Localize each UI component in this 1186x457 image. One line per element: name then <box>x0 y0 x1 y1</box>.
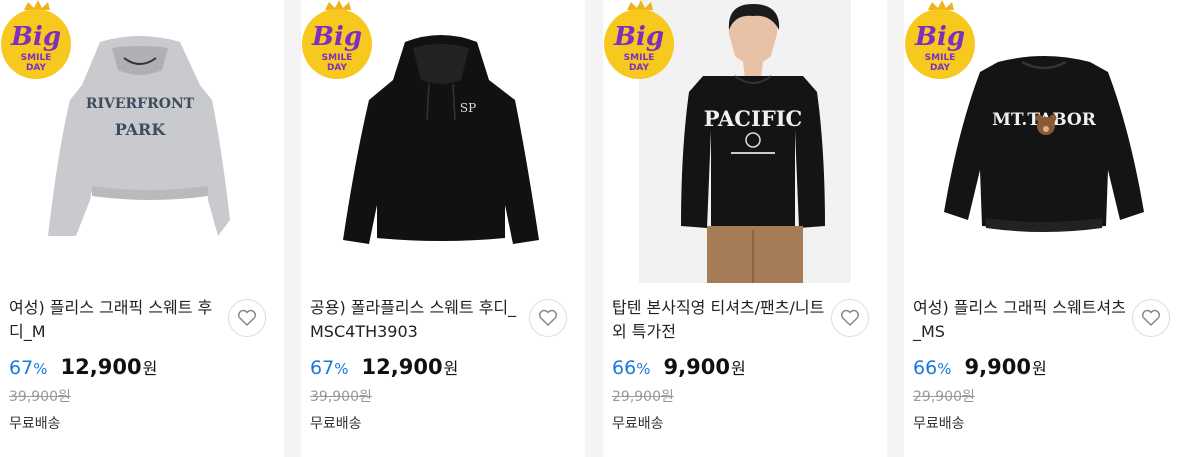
product-title[interactable]: 공용) 폴라플리스 스웨트 후디_MSC4TH3903 <box>310 296 525 344</box>
svg-text:SMILE: SMILE <box>322 53 353 63</box>
svg-text:SMILE: SMILE <box>925 53 956 63</box>
heart-outline-icon <box>1141 309 1161 327</box>
svg-text:SMILE: SMILE <box>624 53 655 63</box>
svg-text:SMILE: SMILE <box>21 53 52 63</box>
shipping-info: 무료배송 <box>612 416 664 432</box>
sale-price: 9,900 <box>964 355 1031 379</box>
graphic-print: PARK <box>115 120 167 139</box>
heart-outline-icon <box>538 309 558 327</box>
discount-rate: 66 <box>612 357 637 379</box>
product-info: 탑텐 본사직영 티셔츠/팬츠/니트 외 특가전 66% 9,900원 29,90… <box>603 283 887 457</box>
product-grid: RIVERFRONT PARK Big SMILE DAY 여성) 플리스 그래… <box>0 0 1186 457</box>
heart-outline-icon <box>840 309 860 327</box>
svg-text:Big: Big <box>10 22 61 52</box>
product-title[interactable]: 여성) 플리스 그래픽 스웨트셔츠_MS <box>913 296 1128 344</box>
sale-price: 12,900 <box>60 355 142 379</box>
product-image[interactable]: SP Big SMILE DAY <box>301 0 585 283</box>
price-row: 66% 9,900원 <box>913 355 1047 383</box>
graphic-print: SP <box>460 101 476 115</box>
shipping-info: 무료배송 <box>9 416 61 432</box>
product-card[interactable]: RIVERFRONT PARK Big SMILE DAY 여성) 플리스 그래… <box>0 0 284 457</box>
heart-outline-icon <box>237 309 257 327</box>
wishlist-button[interactable] <box>1132 299 1170 337</box>
currency-unit: 원 <box>142 359 158 378</box>
wishlist-button[interactable] <box>529 299 567 337</box>
product-image[interactable]: RIVERFRONT PARK Big SMILE DAY <box>0 0 284 283</box>
big-smile-day-badge: Big SMILE DAY <box>905 0 975 79</box>
original-price: 39,900원 <box>310 389 372 405</box>
product-title[interactable]: 탑텐 본사직영 티셔츠/팬츠/니트 외 특가전 <box>612 296 827 344</box>
svg-text:DAY: DAY <box>327 63 348 73</box>
discount-percent-sign: % <box>636 360 651 378</box>
wishlist-button[interactable] <box>831 299 869 337</box>
big-smile-day-badge: Big SMILE DAY <box>1 0 71 79</box>
discount-rate: 67 <box>9 357 34 379</box>
shipping-info: 무료배송 <box>913 416 965 432</box>
big-smile-day-badge: Big SMILE DAY <box>604 0 674 79</box>
product-info: 여성) 플리스 그래픽 스웨트셔츠_MS 66% 9,900원 29,900원 … <box>904 283 1186 457</box>
original-price: 29,900원 <box>612 389 674 405</box>
graphic-print: PACIFIC <box>704 106 803 131</box>
graphic-print: RIVERFRONT <box>86 96 195 112</box>
currency-unit: 원 <box>1031 359 1047 378</box>
big-smile-day-badge: Big SMILE DAY <box>302 0 372 79</box>
product-title[interactable]: 여성) 플리스 그래픽 스웨트 후디_M <box>9 296 224 344</box>
price-row: 67% 12,900원 <box>310 355 458 383</box>
product-info: 공용) 폴라플리스 스웨트 후디_MSC4TH3903 67% 12,900원 … <box>301 283 585 457</box>
svg-text:Big: Big <box>613 22 664 52</box>
discount-percent-sign: % <box>33 360 48 378</box>
product-card[interactable]: SP Big SMILE DAY 공용) 폴라플리스 스웨트 후디_MSC4TH… <box>301 0 585 457</box>
svg-text:Big: Big <box>914 22 965 52</box>
product-card[interactable]: MT.TABOR Big SMILE DAY 여성) 플리스 그래픽 스웨트셔츠… <box>904 0 1186 457</box>
sale-price: 9,900 <box>663 355 730 379</box>
svg-text:DAY: DAY <box>26 63 47 73</box>
discount-rate: 66 <box>913 357 938 379</box>
discount-rate: 67 <box>310 357 335 379</box>
price-row: 66% 9,900원 <box>612 355 746 383</box>
wishlist-button[interactable] <box>228 299 266 337</box>
product-image[interactable]: MT.TABOR Big SMILE DAY <box>904 0 1186 283</box>
product-card[interactable]: PACIFIC Big SMILE DAY 탑텐 본사직영 티셔츠/팬츠/니트 … <box>603 0 887 457</box>
shipping-info: 무료배송 <box>310 416 362 432</box>
currency-unit: 원 <box>443 359 459 378</box>
product-image[interactable]: PACIFIC Big SMILE DAY <box>603 0 887 283</box>
currency-unit: 원 <box>730 359 746 378</box>
svg-text:DAY: DAY <box>930 63 951 73</box>
discount-percent-sign: % <box>937 360 952 378</box>
sale-price: 12,900 <box>361 355 443 379</box>
price-row: 67% 12,900원 <box>9 355 157 383</box>
svg-text:DAY: DAY <box>629 63 650 73</box>
original-price: 39,900원 <box>9 389 71 405</box>
original-price: 29,900원 <box>913 389 975 405</box>
discount-percent-sign: % <box>334 360 349 378</box>
product-info: 여성) 플리스 그래픽 스웨트 후디_M 67% 12,900원 39,900원… <box>0 283 284 457</box>
svg-text:Big: Big <box>311 22 362 52</box>
